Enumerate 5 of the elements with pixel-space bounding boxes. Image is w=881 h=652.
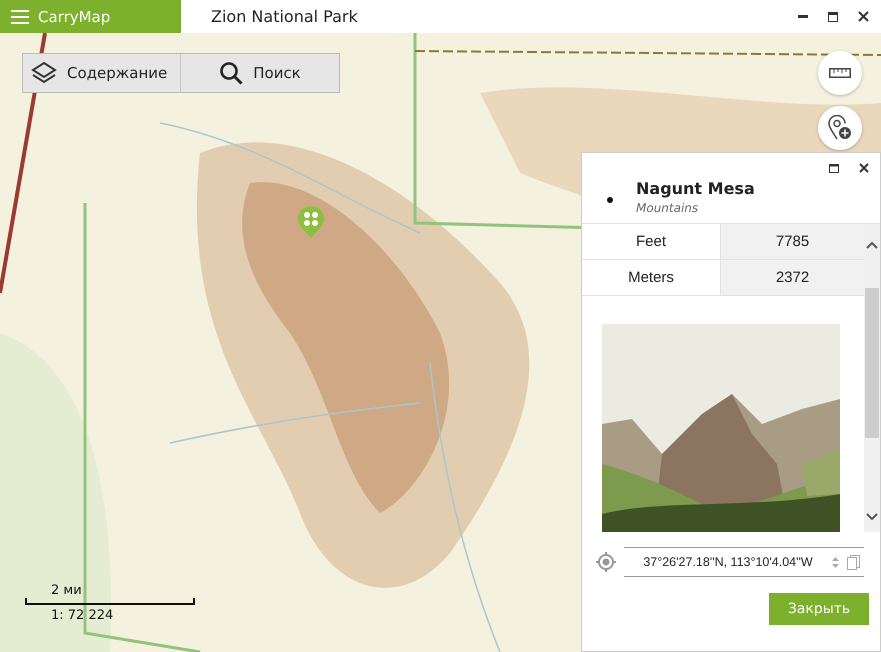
maximize-icon[interactable] — [828, 12, 838, 22]
app-name: CarryMap — [38, 8, 110, 26]
menu-icon[interactable] — [11, 10, 29, 24]
close-icon[interactable] — [858, 11, 869, 22]
window-title: Zion National Park — [211, 7, 359, 26]
